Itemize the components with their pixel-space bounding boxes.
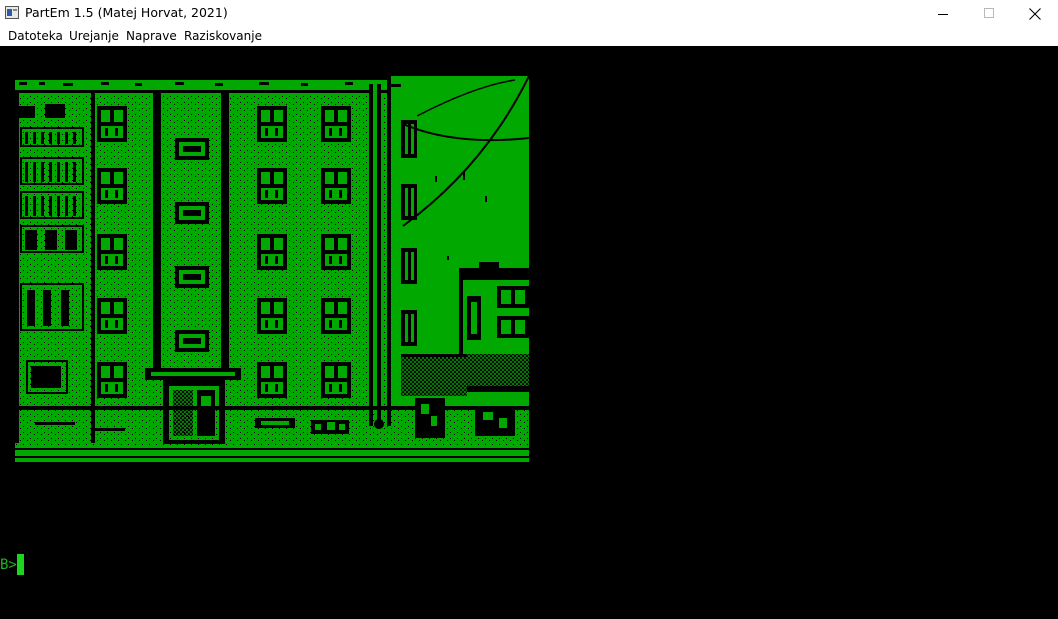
minimize-button[interactable]	[920, 0, 966, 27]
close-button[interactable]	[1012, 0, 1058, 27]
building-picture	[15, 76, 529, 462]
window-title: PartEm 1.5 (Matej Horvat, 2021)	[25, 5, 228, 20]
minimize-icon	[938, 14, 948, 15]
app-icon	[5, 6, 19, 19]
menu-naprave[interactable]: Naprave	[126, 28, 177, 45]
menu-urejanje[interactable]: Urejanje	[69, 28, 119, 45]
close-icon	[1029, 8, 1041, 20]
maximize-icon	[984, 8, 994, 18]
title-bar[interactable]: PartEm 1.5 (Matej Horvat, 2021)	[0, 0, 1058, 27]
app-window: PartEm 1.5 (Matej Horvat, 2021) Datoteka…	[0, 0, 1058, 619]
text-cursor	[17, 554, 24, 575]
maximize-button[interactable]	[966, 0, 1012, 27]
emulator-screen[interactable]: B>	[0, 46, 1058, 619]
menu-raziskovanje[interactable]: Raziskovanje	[184, 28, 262, 45]
menu-datoteka[interactable]: Datoteka	[8, 28, 63, 45]
menu-bar: Datoteka Urejanje Naprave Raziskovanje	[0, 27, 1058, 46]
prompt-text: B>	[0, 557, 17, 573]
